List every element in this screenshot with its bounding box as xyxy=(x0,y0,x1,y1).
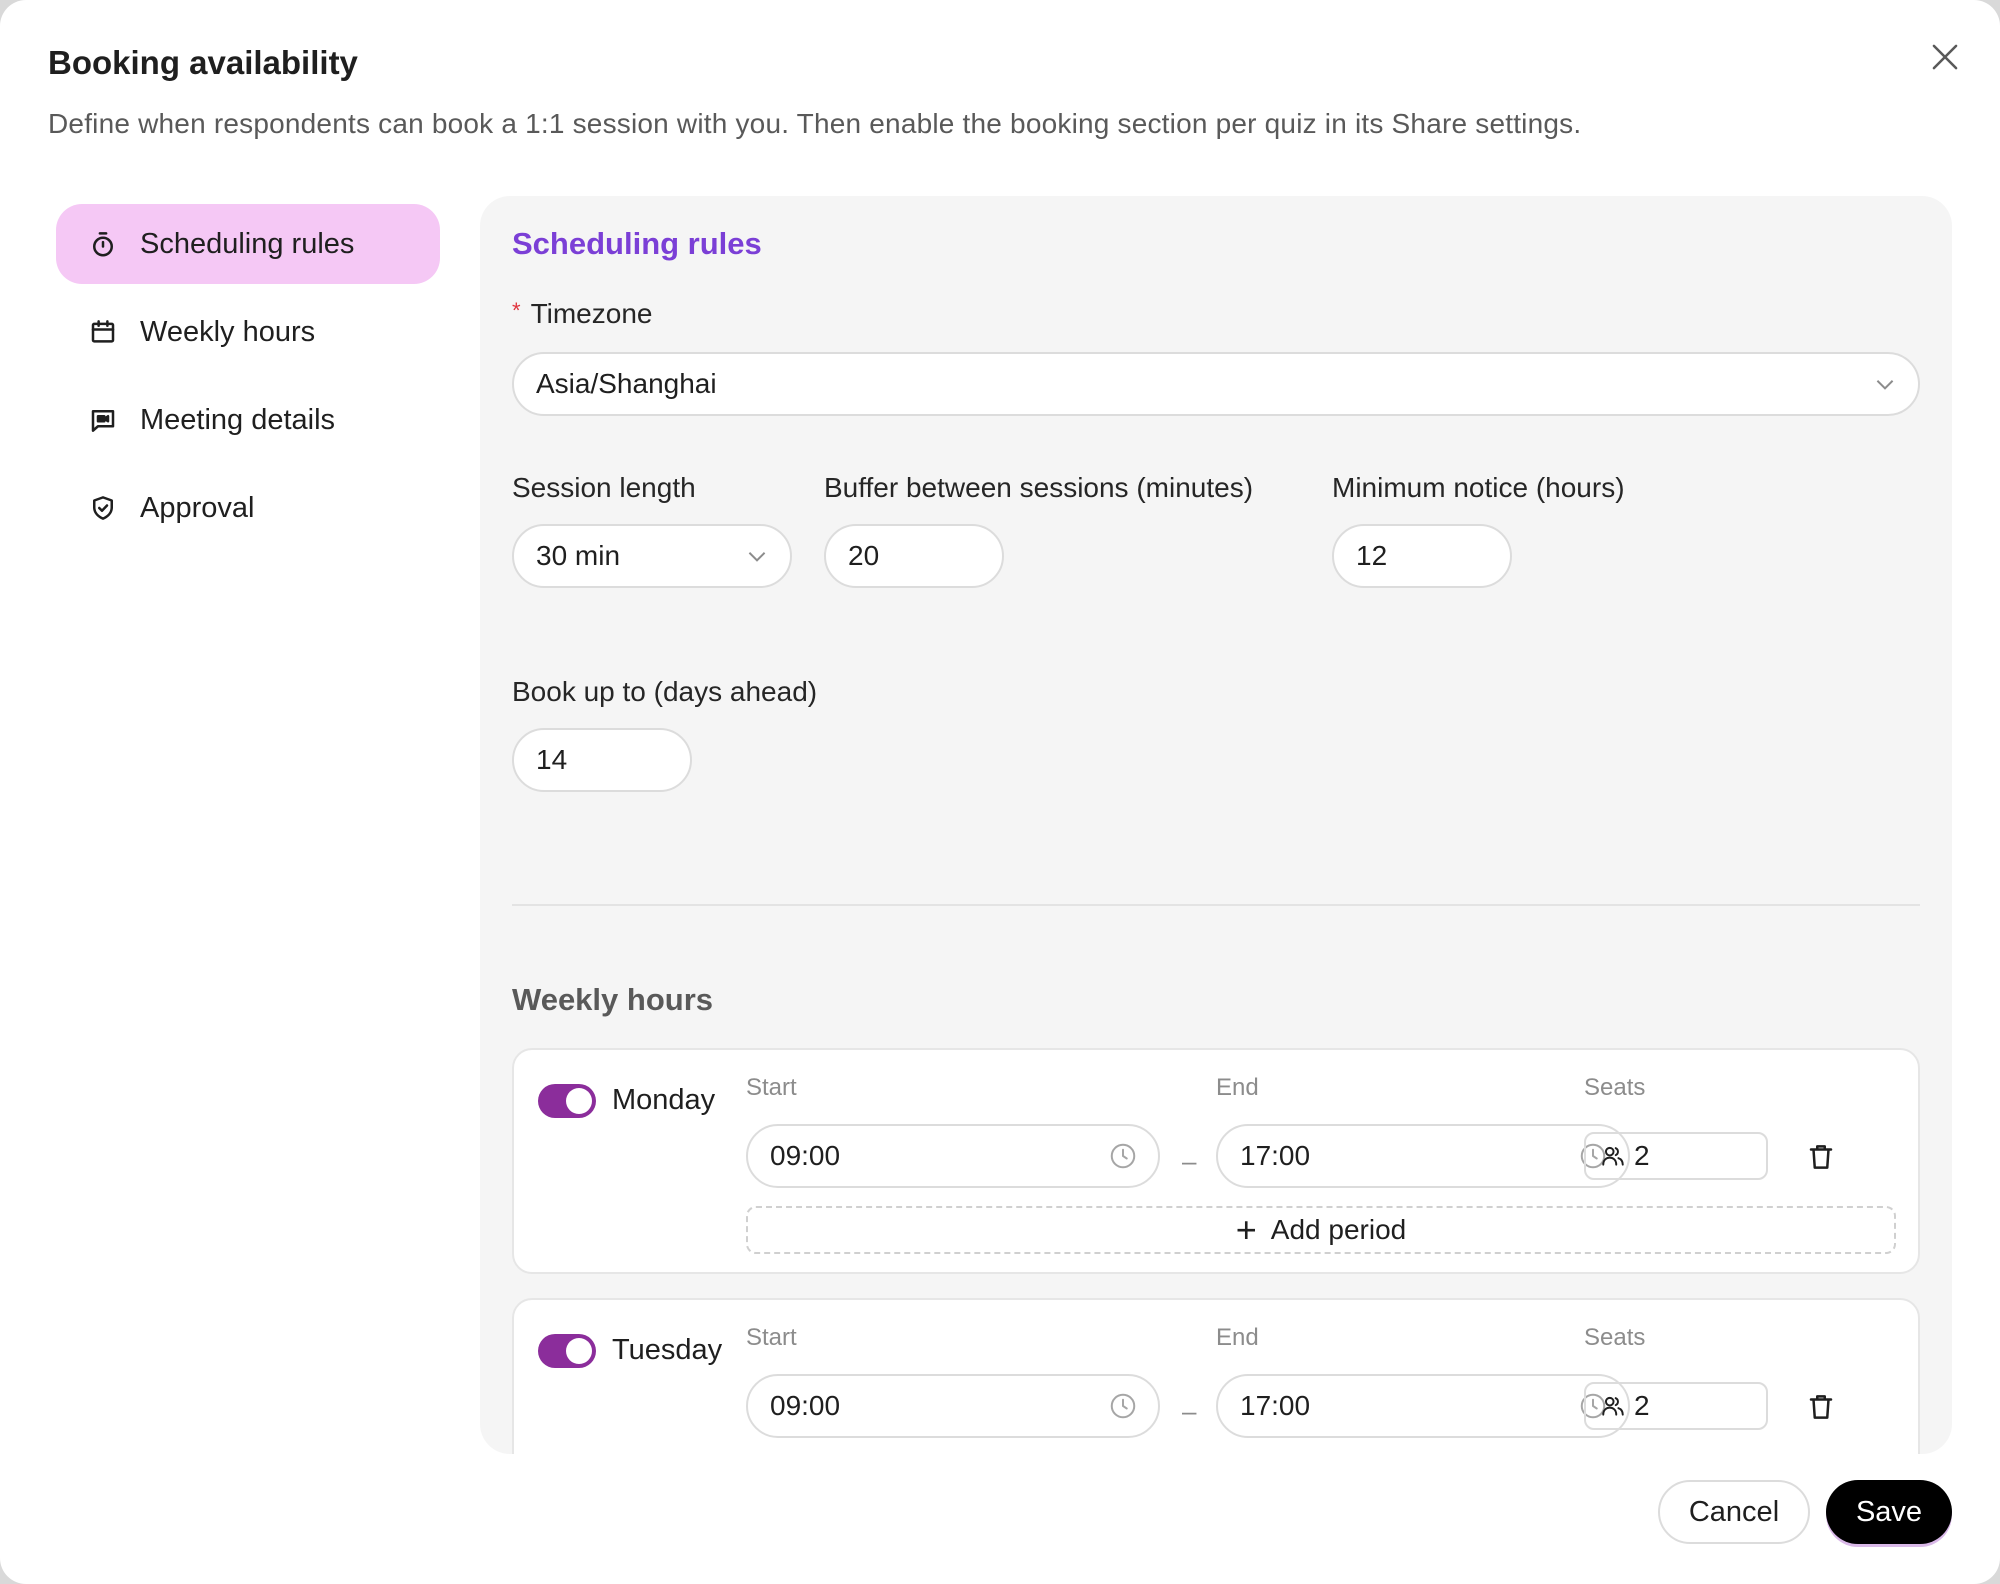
buffer-label: Buffer between sessions (minutes) xyxy=(824,472,1254,503)
book-ahead-label: Book up to (days ahead) xyxy=(512,676,818,707)
timer-icon xyxy=(88,229,118,259)
plus-icon: + xyxy=(1235,1209,1257,1250)
trash-icon[interactable] xyxy=(1806,1142,1836,1172)
timezone-select[interactable]: Asia/Shanghai xyxy=(512,352,1920,416)
minimum-notice-label: Minimum notice (hours) xyxy=(1332,472,1625,503)
people-icon xyxy=(1600,1143,1626,1169)
seats-column-label: Seats xyxy=(1584,1324,1646,1351)
range-separator: – xyxy=(1182,1146,1197,1176)
settings-panel: Scheduling rules * Timezone Asia/Shanghai… xyxy=(480,196,1952,1454)
seats-value: 2 xyxy=(1634,1140,1650,1171)
sidebar-nav: Scheduling rules Weekly hours Meeting de… xyxy=(56,204,440,556)
dialog-subtitle: Define when respondents can book a 1:1 s… xyxy=(48,108,1582,139)
start-time-value: 09:00 xyxy=(770,1390,841,1421)
sidebar-item-label: Weekly hours xyxy=(140,315,316,348)
book-ahead-input[interactable]: 14 xyxy=(512,728,692,792)
sidebar-item-meeting-details[interactable]: Meeting details xyxy=(56,380,440,460)
sidebar-item-weekly-hours[interactable]: Weekly hours xyxy=(56,292,440,372)
video-message-icon xyxy=(88,405,118,435)
seats-input[interactable]: 2 xyxy=(1584,1382,1768,1430)
end-time-value: 17:00 xyxy=(1240,1390,1311,1421)
timezone-value: Asia/Shanghai xyxy=(536,368,717,399)
sidebar-item-label: Meeting details xyxy=(140,403,336,436)
chevron-down-icon xyxy=(744,543,770,569)
people-icon xyxy=(1600,1393,1626,1419)
close-icon[interactable] xyxy=(1926,38,1964,76)
day-card-tuesday: Tuesday Start End Seats 09:00 – 17:00 2 … xyxy=(512,1298,1920,1454)
session-length-label: Session length xyxy=(512,472,696,503)
buffer-input[interactable]: 20 xyxy=(824,524,1004,588)
day-name: Tuesday xyxy=(612,1334,723,1366)
start-column-label: Start xyxy=(746,1324,797,1351)
toggle-knob xyxy=(566,1338,592,1364)
start-time-input[interactable]: 09:00 xyxy=(746,1374,1160,1438)
toggle-knob xyxy=(566,1088,592,1114)
seats-input[interactable]: 2 xyxy=(1584,1132,1768,1180)
day-card-monday: Monday Start End Seats 09:00 – 17:00 2 + xyxy=(512,1048,1920,1274)
cancel-button[interactable]: Cancel xyxy=(1658,1480,1810,1544)
end-column-label: End xyxy=(1216,1324,1259,1351)
session-length-select[interactable]: 30 min xyxy=(512,524,792,588)
seats-value: 2 xyxy=(1634,1390,1650,1421)
end-time-input[interactable]: 17:00 xyxy=(1216,1374,1630,1438)
sidebar-item-scheduling-rules[interactable]: Scheduling rules xyxy=(56,204,440,284)
add-period-label: Add period xyxy=(1270,1214,1407,1245)
buffer-value: 20 xyxy=(848,540,880,571)
save-button[interactable]: Save xyxy=(1826,1480,1952,1544)
end-column-label: End xyxy=(1216,1074,1259,1101)
clock-icon xyxy=(1108,1141,1138,1171)
range-separator: – xyxy=(1182,1396,1197,1426)
shield-check-icon xyxy=(88,493,118,523)
session-length-value: 30 min xyxy=(536,540,621,571)
book-ahead-value: 14 xyxy=(536,744,568,775)
sidebar-item-label: Scheduling rules xyxy=(140,227,355,260)
start-time-value: 09:00 xyxy=(770,1140,841,1171)
sidebar-item-approval[interactable]: Approval xyxy=(56,468,440,548)
trash-icon[interactable] xyxy=(1806,1392,1836,1422)
timezone-label: * Timezone xyxy=(512,298,652,330)
minimum-notice-input[interactable]: 12 xyxy=(1332,524,1512,588)
section-title-scheduling-rules: Scheduling rules xyxy=(512,226,762,261)
add-period-button[interactable]: + Add period xyxy=(746,1206,1896,1254)
end-time-value: 17:00 xyxy=(1240,1140,1311,1171)
start-time-input[interactable]: 09:00 xyxy=(746,1124,1160,1188)
day-name: Monday xyxy=(612,1084,716,1116)
timezone-label-text: Timezone xyxy=(530,298,653,329)
start-column-label: Start xyxy=(746,1074,797,1101)
end-time-input[interactable]: 17:00 xyxy=(1216,1124,1630,1188)
day-toggle[interactable] xyxy=(538,1334,596,1368)
chevron-down-icon xyxy=(1872,371,1898,397)
sidebar-item-label: Approval xyxy=(140,491,255,524)
clock-icon xyxy=(1108,1391,1138,1421)
calendar-icon xyxy=(88,317,118,347)
required-mark: * xyxy=(512,298,521,323)
seats-column-label: Seats xyxy=(1584,1074,1646,1101)
section-divider xyxy=(512,904,1920,906)
dialog-title: Booking availability xyxy=(48,44,358,81)
minimum-notice-value: 12 xyxy=(1356,540,1388,571)
booking-availability-dialog: Booking availability Define when respond… xyxy=(0,0,2000,1584)
day-toggle[interactable] xyxy=(538,1084,596,1118)
section-title-weekly-hours: Weekly hours xyxy=(512,982,714,1017)
